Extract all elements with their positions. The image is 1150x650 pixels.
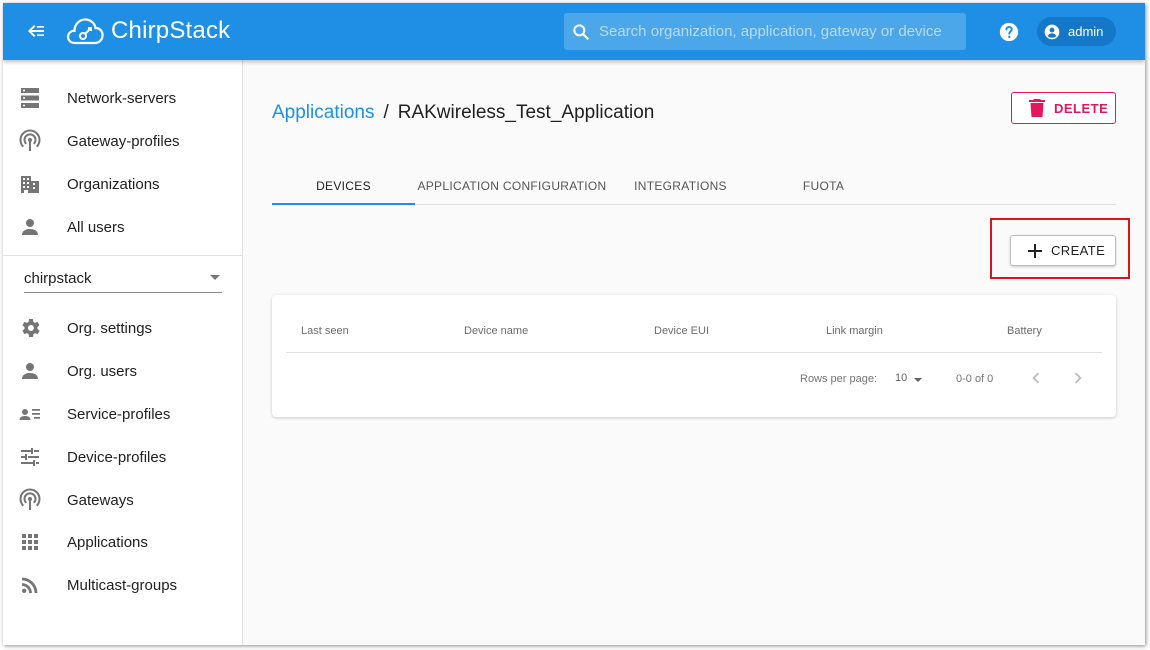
menu-collapse-icon[interactable]: [23, 19, 47, 43]
create-button[interactable]: CREATE: [1010, 235, 1116, 266]
gear-icon: [22, 319, 40, 337]
search-icon: [573, 23, 589, 40]
tab-integrations[interactable]: INTEGRATIONS: [609, 168, 752, 204]
search-input[interactable]: [599, 23, 959, 40]
sidebar-item-label: All users: [67, 218, 125, 236]
account-circle-icon: [1044, 24, 1060, 39]
sidebar-item-label: Service-profiles: [67, 405, 171, 423]
column-header-battery[interactable]: Battery: [1007, 325, 1042, 337]
sidebar-item-label: Organizations: [67, 175, 160, 193]
delete-button[interactable]: DELETE: [1011, 92, 1116, 124]
tab-application-configuration[interactable]: APPLICATION CONFIGURATION: [415, 168, 609, 204]
user-menu-button[interactable]: admin: [1037, 17, 1116, 46]
sidebar: Network-servers Gateway-profiles Organiz…: [3, 60, 243, 645]
chevron-right-icon: [1074, 372, 1082, 384]
sidebar-item-all-users[interactable]: All users: [3, 207, 243, 247]
building-icon: [21, 176, 39, 193]
breadcrumb-applications-link[interactable]: Applications: [272, 102, 374, 124]
pagination-range: 0-0 of 0: [956, 373, 994, 385]
user-name: admin: [1068, 24, 1104, 39]
trash-icon: [1029, 99, 1045, 117]
tune-icon: [21, 448, 39, 466]
rows-per-page-label: Rows per page:: [800, 373, 878, 385]
sidebar-item-org-settings[interactable]: Org. settings: [3, 308, 243, 348]
sidebar-item-label: Gateways: [67, 491, 134, 509]
person-icon: [22, 219, 38, 235]
sidebar-item-gateway-profiles[interactable]: Gateway-profiles: [3, 121, 243, 161]
next-page-button[interactable]: [1067, 367, 1089, 389]
gateway-icon: [19, 488, 41, 510]
rows-per-page-value: 10: [895, 372, 908, 384]
active-tab-indicator: [272, 203, 415, 205]
person-icon: [22, 363, 38, 379]
global-search[interactable]: [564, 13, 966, 50]
sidebar-item-label: Applications: [67, 533, 148, 551]
sidebar-item-label: Org. users: [67, 362, 138, 380]
apps-grid-icon: [22, 534, 38, 550]
column-header-last-seen[interactable]: Last seen: [301, 325, 349, 337]
column-header-device-name[interactable]: Device name: [464, 325, 528, 337]
breadcrumb: Applications / RAKwireless_Test_Applicat…: [272, 102, 654, 124]
sidebar-item-label: Gateway-profiles: [67, 132, 180, 150]
chevron-down-icon: [210, 275, 220, 280]
gateway-icon: [19, 129, 41, 151]
sidebar-item-device-profiles[interactable]: Device-profiles: [3, 437, 243, 477]
sidebar-item-org-users[interactable]: Org. users: [3, 351, 243, 391]
sidebar-item-applications[interactable]: Applications: [3, 522, 243, 562]
sidebar-item-organizations[interactable]: Organizations: [3, 164, 243, 204]
sidebar-item-label: Multicast-groups: [67, 576, 178, 594]
brand-name: ChirpStack: [111, 17, 231, 44]
tab-devices[interactable]: DEVICES: [272, 168, 415, 204]
column-header-device-eui[interactable]: Device EUI: [654, 325, 709, 337]
sidebar-item-network-servers[interactable]: Network-servers: [3, 78, 243, 118]
sidebar-item-label: Org. settings: [67, 319, 153, 337]
chevron-down-icon: [914, 378, 922, 382]
organization-select[interactable]: chirpstack: [24, 265, 222, 293]
chevron-left-icon: [1032, 372, 1040, 384]
devices-table: Last seen Device name Device EUI Link ma…: [272, 295, 1116, 417]
server-icon: [21, 88, 39, 108]
rss-icon: [22, 577, 38, 593]
app-window: ChirpStack admin: [3, 3, 1145, 645]
chirpstack-cloud-icon: [66, 18, 104, 45]
sidebar-item-label: Network-servers: [67, 89, 177, 107]
tab-bar: DEVICES APPLICATION CONFIGURATION INTEGR…: [272, 168, 1116, 205]
page-title: RAKwireless_Test_Application: [397, 102, 655, 123]
sidebar-item-service-profiles[interactable]: Service-profiles: [3, 394, 243, 434]
help-icon[interactable]: [998, 21, 1020, 43]
top-app-bar: ChirpStack admin: [3, 3, 1145, 60]
sidebar-divider: [3, 255, 243, 256]
breadcrumb-separator: /: [383, 102, 389, 123]
delete-button-label: DELETE: [1054, 100, 1109, 116]
organization-select-value: chirpstack: [24, 270, 92, 287]
sidebar-item-gateways[interactable]: Gateways: [3, 480, 243, 520]
rows-per-page-select[interactable]: 10: [894, 369, 928, 389]
previous-page-button[interactable]: [1025, 367, 1047, 389]
account-details-icon: [19, 409, 40, 420]
brand-logo[interactable]: ChirpStack: [65, 13, 230, 49]
column-header-link-margin[interactable]: Link margin: [826, 325, 883, 337]
table-header-divider: [286, 352, 1102, 353]
plus-icon: [1028, 243, 1042, 258]
sidebar-item-label: Device-profiles: [67, 448, 167, 466]
create-button-label: CREATE: [1051, 243, 1106, 258]
tab-fuota[interactable]: FUOTA: [752, 168, 895, 204]
sidebar-item-multicast-groups[interactable]: Multicast-groups: [3, 565, 243, 605]
